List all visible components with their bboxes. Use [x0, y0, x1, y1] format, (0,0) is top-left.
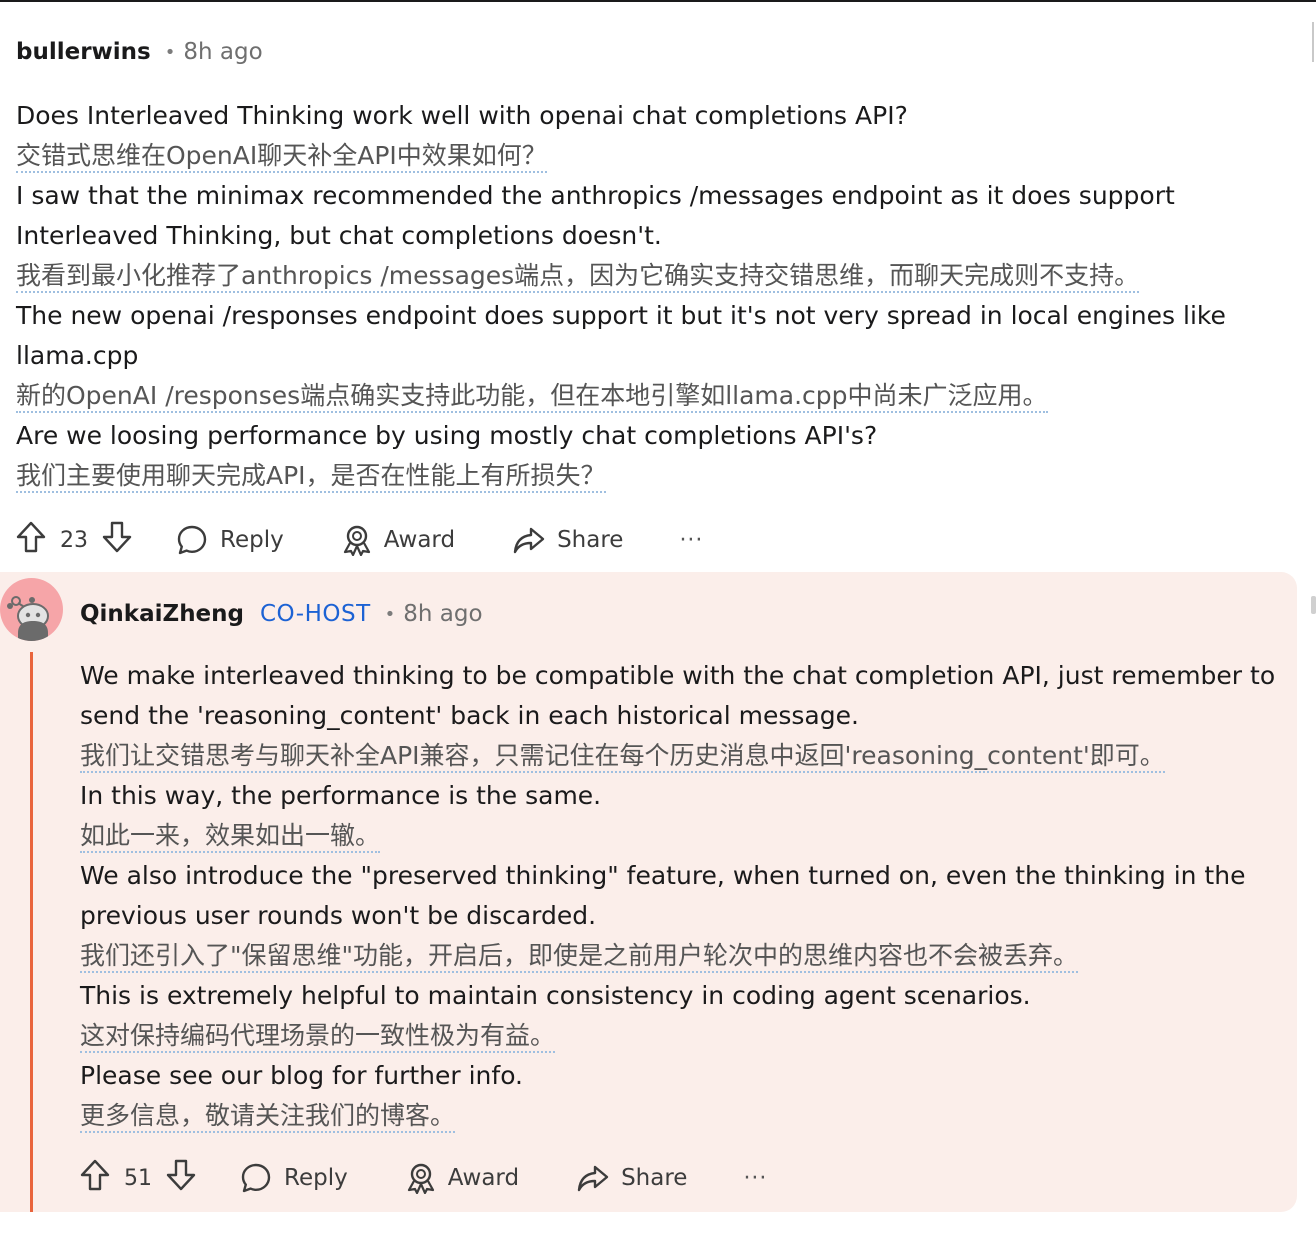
comment-line: llama.cpp: [16, 341, 139, 370]
upvote-icon[interactable]: [16, 521, 46, 559]
comment-author[interactable]: QinkaiZheng: [80, 601, 244, 627]
comment-line: This is extremely helpful to maintain co…: [80, 981, 1031, 1010]
more-icon[interactable]: ···: [679, 528, 703, 553]
reply-button[interactable]: Reply: [176, 524, 284, 556]
share-icon: [513, 524, 545, 556]
reply-button[interactable]: Reply: [240, 1162, 348, 1194]
upvote-icon[interactable]: [80, 1159, 110, 1197]
top-border: [0, 0, 1316, 2]
comment-bullerwins: bullerwins • 8h ago Does Interleaved Thi…: [16, 30, 1296, 564]
snoo-avatar-icon[interactable]: [0, 578, 63, 641]
comment-timestamp[interactable]: 8h ago: [183, 39, 262, 65]
award-button[interactable]: Award: [342, 524, 455, 556]
share-button[interactable]: Share: [577, 1162, 687, 1194]
reply-bubble-icon: [176, 524, 208, 556]
comment-line-translation: 如此一来，效果如出一辙。: [80, 816, 1280, 856]
cohost-badge: CO-HOST: [260, 601, 371, 627]
comment-line: We also introduce the "preserved thinkin…: [80, 861, 1246, 890]
comment-qinkaizheng: QinkaiZheng CO-HOST • 8h ago We make int…: [80, 592, 1280, 1202]
comment-actions: 51 Reply Award Share ···: [80, 1154, 1280, 1202]
scrollbar-fragment-2: [1311, 596, 1316, 614]
comment-body: Does Interleaved Thinking work well with…: [16, 96, 1296, 496]
comment-line: In this way, the performance is the same…: [80, 781, 602, 810]
comment-meta: bullerwins • 8h ago: [16, 30, 1296, 74]
comment-line: previous user rounds won't be discarded.: [80, 901, 597, 930]
comment-line-translation: 我们让交错思考与聊天补全API兼容，只需记住在每个历史消息中返回'reasoni…: [80, 736, 1280, 776]
comment-line-translation: 我们主要使用聊天完成API，是否在性能上有所损失？: [16, 456, 1296, 496]
share-button[interactable]: Share: [513, 524, 623, 556]
comment-actions: 23 Reply Award Share ···: [16, 516, 1296, 564]
comment-line: Interleaved Thinking, but chat completio…: [16, 221, 662, 250]
award-icon: [342, 524, 372, 556]
scrollbar-fragment: [1312, 22, 1314, 62]
award-label: Award: [383, 527, 456, 553]
comment-body: We make interleaved thinking to be compa…: [80, 656, 1280, 1136]
comment-author[interactable]: bullerwins: [16, 39, 151, 65]
vote-count: 51: [124, 1165, 152, 1191]
share-label: Share: [557, 527, 624, 553]
comment-line: Are we loosing performance by using most…: [16, 421, 878, 450]
downvote-icon[interactable]: [102, 521, 132, 559]
comment-line: Please see our blog for further info.: [80, 1061, 523, 1090]
reply-label: Reply: [284, 1165, 348, 1191]
vote-count: 23: [60, 527, 88, 553]
meta-separator: •: [164, 41, 176, 63]
comment-line: Does Interleaved Thinking work well with…: [16, 101, 908, 130]
award-label: Award: [447, 1165, 520, 1191]
comment-line: send the 'reasoning_content' back in eac…: [80, 701, 859, 730]
vote-group: 23: [16, 521, 132, 559]
comment-timestamp[interactable]: 8h ago: [403, 601, 482, 627]
reply-label: Reply: [220, 527, 284, 553]
award-button[interactable]: Award: [406, 1162, 519, 1194]
award-icon: [406, 1162, 436, 1194]
comment-line-translation: 这对保持编码代理场景的一致性极为有益。: [80, 1016, 1280, 1056]
comment-line-translation: 我们还引入了"保留思维"功能，开启后，即使是之前用户轮次中的思维内容也不会被丢弃…: [80, 936, 1280, 976]
comment-line: We make interleaved thinking to be compa…: [80, 661, 1276, 690]
comment-line: I saw that the minimax recommended the a…: [16, 181, 1175, 210]
downvote-icon[interactable]: [166, 1159, 196, 1197]
more-icon[interactable]: ···: [743, 1166, 767, 1191]
comment-meta: QinkaiZheng CO-HOST • 8h ago: [80, 592, 1280, 636]
share-label: Share: [621, 1165, 688, 1191]
share-icon: [577, 1162, 609, 1194]
comment-line-translation: 新的OpenAI /responses端点确实支持此功能，但在本地引擎如llam…: [16, 376, 1296, 416]
vote-group: 51: [80, 1159, 196, 1197]
comment-line-translation: 更多信息，敬请关注我们的博客。: [80, 1096, 1280, 1136]
thread-line[interactable]: [30, 652, 33, 1212]
reply-bubble-icon: [240, 1162, 272, 1194]
meta-separator: •: [384, 603, 396, 625]
comment-line: The new openai /responses endpoint does …: [16, 301, 1226, 330]
comment-line-translation: 我看到最小化推荐了anthropics /messages端点，因为它确实支持交…: [16, 256, 1296, 296]
comment-line-translation: 交错式思维在OpenAI聊天补全API中效果如何？: [16, 136, 1296, 176]
